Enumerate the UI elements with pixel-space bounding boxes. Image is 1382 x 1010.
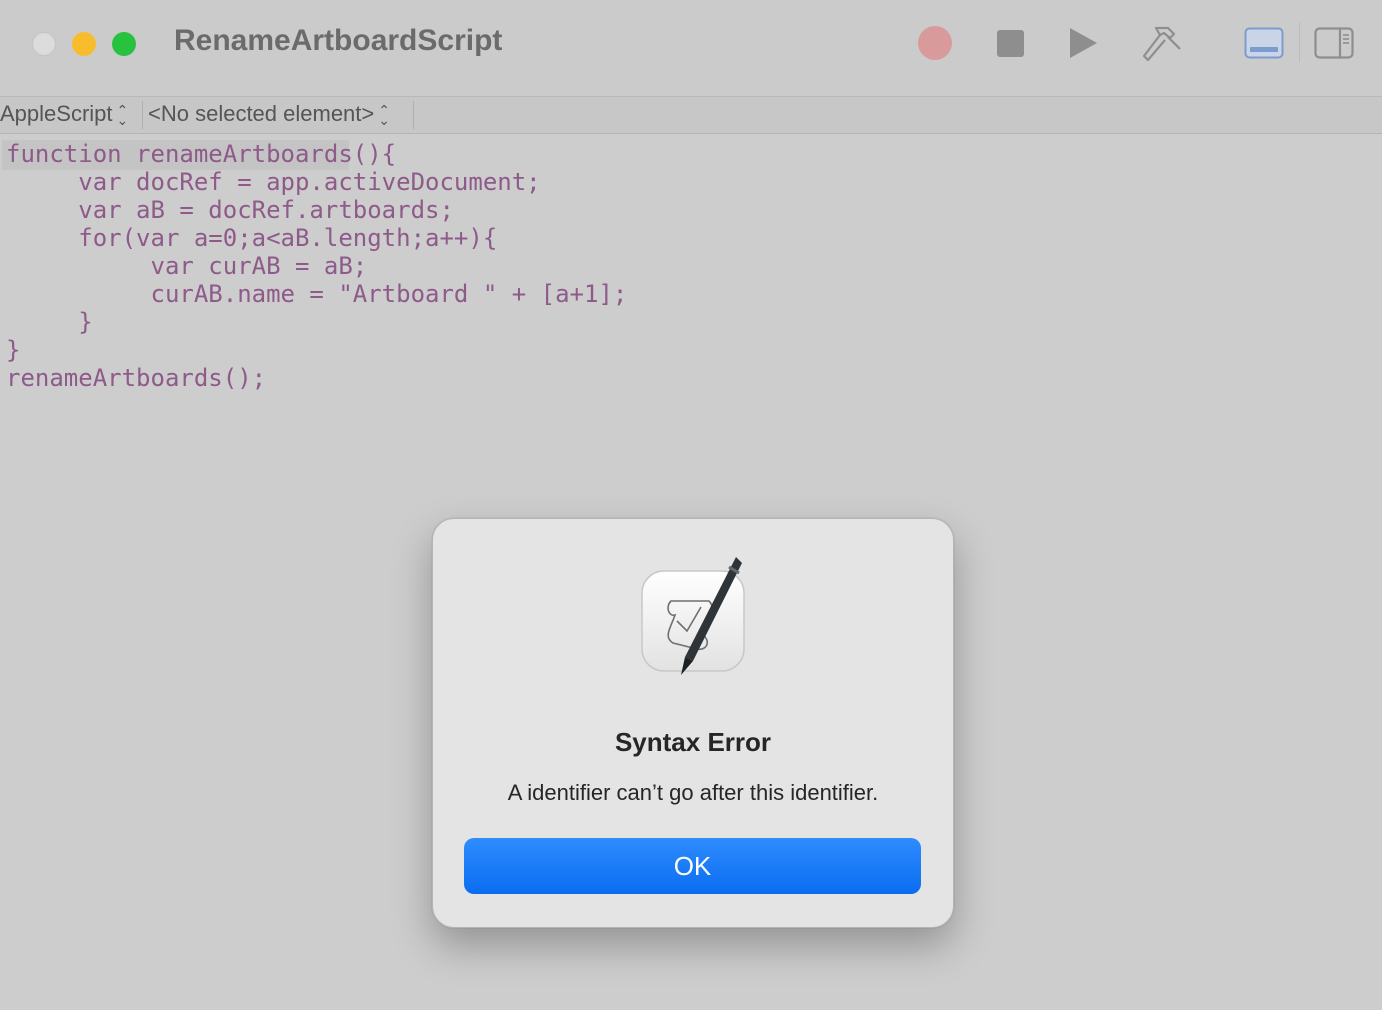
chevron-updown-icon: ⌃ ⌄ [378,102,390,129]
element-label: <No selected element> [148,101,375,126]
navigator-divider [142,101,143,129]
record-icon[interactable] [918,26,952,60]
script-editor-window: RenameArtboardScript AppleScript ⌃ ⌄ <No… [0,0,1382,1010]
language-popup[interactable]: AppleScript ⌃ ⌄ [0,101,129,129]
syntax-error-dialog: Syntax Error A identifier can’t go after… [432,518,954,928]
language-label: AppleScript [0,101,113,126]
element-popup[interactable]: <No selected element> ⌃ ⌄ [148,101,390,129]
code-line: var curAB = aB; [6,252,368,280]
window-title: RenameArtboardScript [174,24,503,57]
dialog-message: A identifier can’t go after this identif… [507,780,879,805]
code-line: var docRef = app.activeDocument; [6,168,541,196]
zoom-window-button[interactable] [112,32,136,56]
code-line: for(var a=0;a<aB.length;a++){ [6,224,498,252]
run-icon[interactable] [1070,28,1097,58]
code-line: function renameArtboards(){ [6,140,397,168]
sidebar-panel-icon[interactable] [1314,27,1354,59]
script-editor-app-icon [641,557,747,675]
minimize-window-button[interactable] [72,32,96,56]
dialog-title: Syntax Error [614,727,772,757]
navigator-divider [413,101,414,129]
navigator-bar: AppleScript ⌃ ⌄ <No selected element> ⌃ ⌄ [0,97,1382,134]
hammer-icon[interactable] [1138,22,1184,64]
bottom-panel-icon[interactable] [1244,27,1284,59]
code-line: } [6,336,21,364]
stop-icon[interactable] [997,30,1024,57]
code-line: } [6,308,93,336]
title-bar: RenameArtboardScript [0,0,1382,97]
code-line: curAB.name = "Artboard " + [a+1]; [6,280,628,308]
toolbar-divider [1299,22,1300,62]
code-line: var aB = docRef.artboards; [6,196,454,224]
close-window-button[interactable] [32,32,56,56]
chevron-updown-icon: ⌃ ⌄ [116,102,129,129]
code-line: renameArtboards(); [6,364,267,392]
ok-button[interactable]: OK [464,838,921,894]
